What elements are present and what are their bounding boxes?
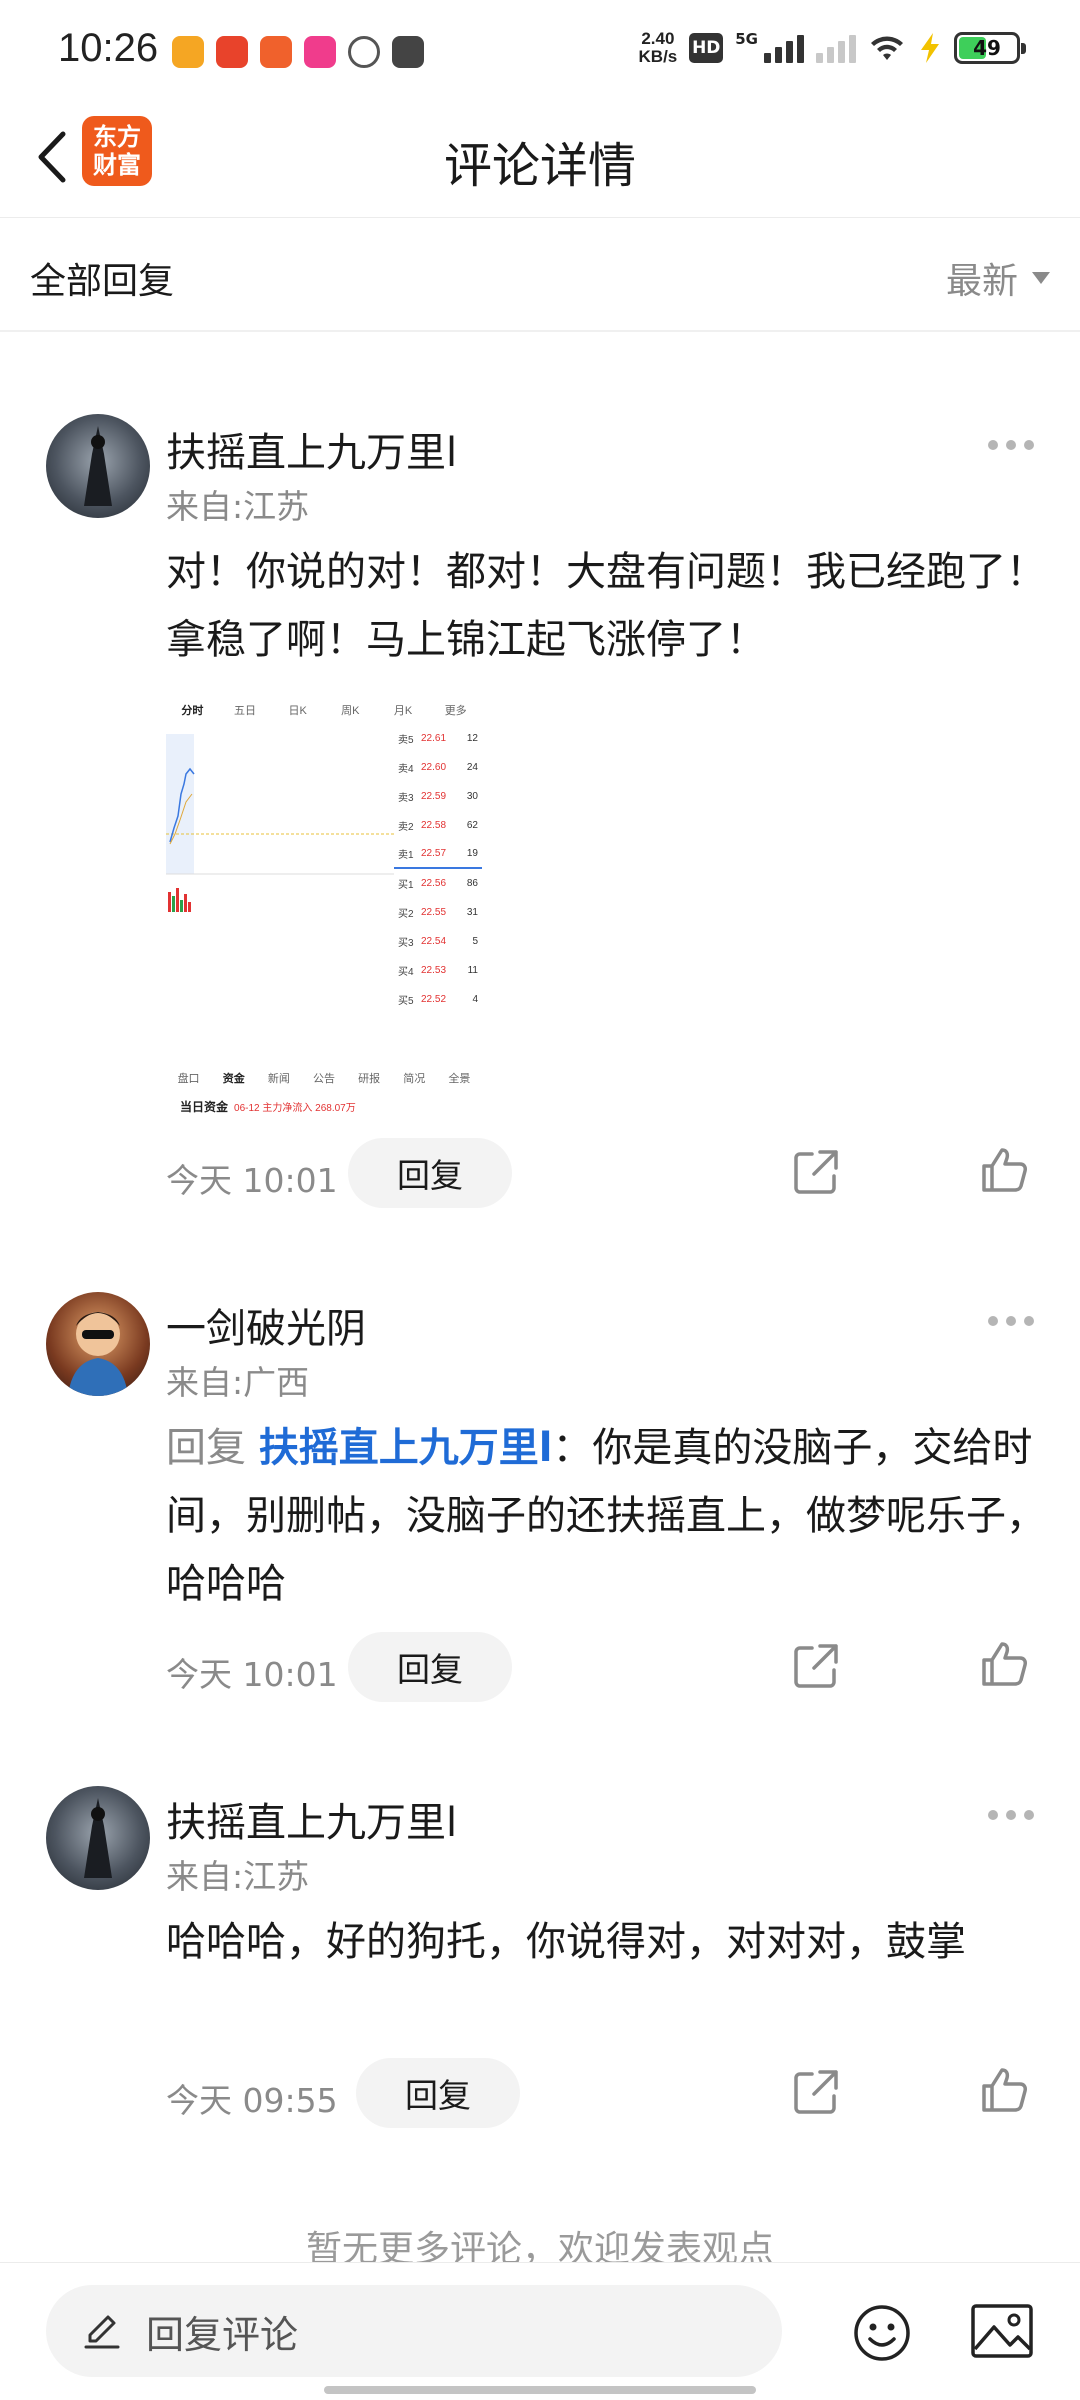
reply-button[interactable]: 回复 — [348, 1138, 512, 1208]
bottom-bar: 回复评论 — [0, 2262, 1080, 2400]
battery-icon: 49 — [954, 32, 1026, 64]
order-book-row: 买2 22.55 31 — [398, 907, 478, 920]
location: 来自:江苏 — [166, 487, 310, 526]
all-replies-label: 全部回复 — [30, 261, 175, 302]
taobao-notification-icon — [216, 36, 248, 68]
comment-text: 回复 扶摇直上九万里l：你是真的没脑子，交给时间，别删帖，没脑子的还扶摇直上，做… — [166, 1414, 1046, 1618]
sort-value: 最新 — [945, 261, 1018, 302]
avatar[interactable] — [46, 1786, 150, 1890]
emoji-icon[interactable] — [852, 2303, 912, 2363]
order-book-row: 买4 22.53 11 — [398, 965, 478, 978]
order-book-row: 卖4 22.60 24 — [398, 762, 478, 775]
order-book-row: 买3 22.54 5 — [398, 936, 478, 949]
charging-bolt-icon — [921, 33, 939, 63]
comment-text: 对！你说的对！都对！大盘有问题！我已经跑了！拿稳了啊！马上锦江起飞涨停了！ — [166, 549, 1046, 663]
comment-image[interactable]: 分时 五日 日K 周K 月K 更多 卖5 22.61 12 卖4 22.60 24 卖3… — [166, 698, 482, 1122]
avatar-figure — [68, 1312, 128, 1396]
username[interactable]: 扶摇直上九万里l — [166, 1790, 457, 1848]
fund-flow: 当日资金 06-12 主力净流入 268.07万 — [180, 1100, 356, 1114]
more-options-button[interactable] — [988, 440, 1034, 450]
app-notification-icon — [260, 36, 292, 68]
app-notification-icon — [348, 36, 380, 68]
share-icon[interactable] — [790, 1146, 842, 1198]
like-icon[interactable] — [978, 2064, 1030, 2116]
like-icon[interactable] — [978, 1638, 1030, 1690]
status-indicators: 2.40 KB/s HD 5G 49 — [638, 29, 1026, 66]
avatar[interactable] — [46, 1292, 150, 1396]
caret-down-icon — [1032, 272, 1050, 284]
comment-time: 今天 10:01 — [166, 1161, 338, 1200]
wifi-icon — [871, 36, 903, 60]
status-bar: 10:26 2.40 KB/s HD 5G 49 — [0, 0, 1080, 100]
location: 来自:广西 — [166, 1363, 310, 1402]
more-options-button[interactable] — [988, 1810, 1034, 1820]
app-notification-icon — [172, 36, 204, 68]
reply-target-link[interactable]: 扶摇直上九万里l — [259, 1425, 553, 1471]
reply-prefix: 回复 — [166, 1425, 259, 1471]
sort-dropdown[interactable]: 最新 — [946, 252, 1050, 304]
reply-button[interactable]: 回复 — [348, 1632, 512, 1702]
username[interactable]: 扶摇直上九万里l — [166, 420, 457, 478]
avatar[interactable] — [46, 414, 150, 518]
reply-button[interactable]: 回复 — [356, 2058, 520, 2128]
avatar-figure — [84, 1798, 112, 1878]
signal-icon-secondary — [816, 33, 856, 63]
battery-text: 49 — [973, 36, 1001, 60]
order-book-row: 买1 22.56 86 — [398, 878, 478, 891]
home-indicator[interactable] — [324, 2386, 756, 2394]
order-book-row: 买5 22.52 4 — [398, 994, 478, 1007]
pencil-icon — [84, 2315, 120, 2349]
notification-app-icons — [172, 36, 424, 68]
share-icon[interactable] — [790, 2066, 842, 2118]
status-time: 10:26 — [58, 26, 159, 70]
reply-comment-input[interactable]: 回复评论 — [46, 2285, 782, 2377]
order-book-row: 卖5 22.61 12 — [398, 733, 478, 746]
comment-text: 哈哈哈，好的狗托，你说得对，对对对，鼓掌 — [166, 1919, 966, 1965]
location: 来自:江苏 — [166, 1857, 310, 1896]
network-speed: 2.40 KB/s — [638, 29, 678, 66]
like-icon[interactable] — [978, 1144, 1030, 1196]
share-icon[interactable] — [790, 1640, 842, 1692]
order-book-row: 卖3 22.59 30 — [398, 791, 478, 804]
hd-voice-icon: HD — [689, 33, 724, 63]
app-notification-icon — [304, 36, 336, 68]
username[interactable]: 一剑破光阴 — [166, 1296, 366, 1354]
page-title: 评论详情 — [443, 138, 636, 194]
reply-input-placeholder: 回复评论 — [146, 2312, 299, 2357]
order-book: 卖5 22.61 12 卖4 22.60 24 卖3 22.59 30 卖2 22.58 62 … — [394, 724, 482, 1014]
header: 东方 财富 评论详情 — [0, 100, 1080, 218]
network-type: 5G — [735, 30, 758, 48]
order-book-row: 卖1 22.57 19 — [394, 840, 482, 869]
stock-bottom-tabs: 盘口 资金 新闻 公告 研报 简况 全景 — [177, 1073, 471, 1085]
order-book-row: 卖2 22.58 62 — [398, 820, 478, 833]
image-icon[interactable] — [970, 2303, 1034, 2359]
signal-icon — [764, 33, 804, 63]
stock-chart-tabs: 分时 五日 日K 周K 月K 更多 — [181, 705, 467, 717]
avatar-figure — [84, 426, 112, 506]
more-options-button[interactable] — [988, 1316, 1034, 1326]
intraday-chart — [166, 734, 394, 912]
comment-time: 今天 10:01 — [166, 1655, 338, 1694]
taobao-notification-icon — [392, 36, 424, 68]
comment-time: 今天 09:55 — [166, 2081, 338, 2120]
filter-bar: 全部回复 最新 — [0, 218, 1080, 332]
